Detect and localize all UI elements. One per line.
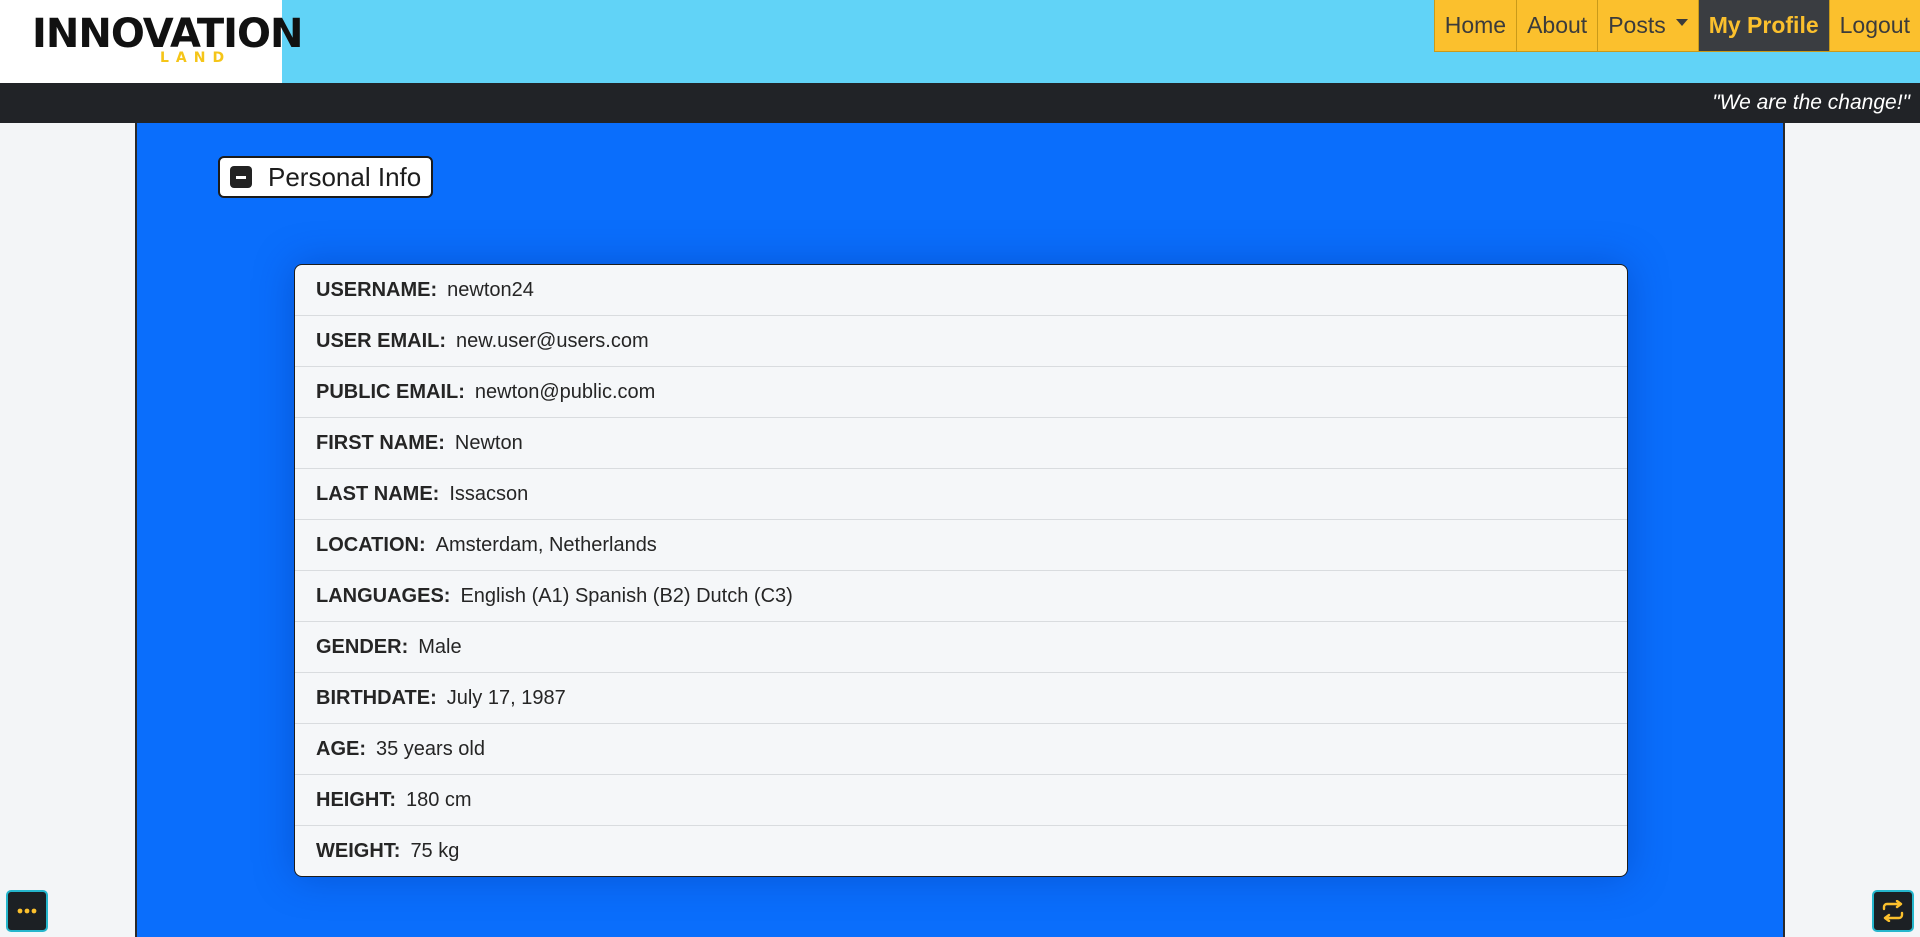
list-item-user-email: USER EMAIL: new.user@users.com (295, 316, 1627, 367)
info-value: English (A1) Spanish (B2) Dutch (C3) (460, 584, 793, 607)
minus-square-icon (230, 166, 252, 188)
list-item-last-name: LAST NAME: Issacson (295, 469, 1627, 520)
more-options-button[interactable] (6, 890, 48, 932)
tagline-text: "We are the change!" (1712, 91, 1910, 114)
info-value: new.user@users.com (456, 329, 649, 352)
profile-panel: Personal Info USERNAME: newton24 USER EM… (135, 123, 1785, 937)
logo-sub-text: LAND (160, 50, 232, 66)
info-value: Issacson (449, 482, 529, 505)
list-item-username: USERNAME: newton24 (295, 265, 1627, 316)
list-item-gender: GENDER: Male (295, 622, 1627, 673)
list-item-first-name: FIRST NAME: Newton (295, 418, 1627, 469)
info-label: LANGUAGES: (316, 584, 451, 607)
header: INNOVATION LAND Home About Posts My Prof… (0, 0, 1920, 83)
info-label: USER EMAIL: (316, 329, 446, 352)
info-value: Male (418, 635, 462, 658)
nav-about[interactable]: About (1516, 0, 1598, 52)
repeat-icon (1882, 900, 1904, 922)
info-label: LAST NAME: (316, 482, 440, 505)
switch-view-button[interactable] (1872, 890, 1914, 932)
section-title: Personal Info (268, 161, 422, 192)
nav-home-label: Home (1444, 12, 1507, 38)
info-label: AGE: (316, 737, 366, 760)
nav-about-label: About (1527, 12, 1588, 38)
main-nav: Home About Posts My Profile Logout (1433, 0, 1920, 52)
list-item-weight: WEIGHT: 75 kg (295, 826, 1627, 876)
personal-info-list: USERNAME: newton24 USER EMAIL: new.user@… (294, 264, 1628, 877)
info-label: LOCATION: (316, 533, 426, 556)
tagline-bar: "We are the change!" (0, 83, 1920, 123)
list-item-age: AGE: 35 years old (295, 724, 1627, 775)
nav-logout[interactable]: Logout (1828, 0, 1920, 52)
list-item-birthdate: BIRTHDATE: July 17, 1987 (295, 673, 1627, 724)
info-label: FIRST NAME: (316, 431, 445, 454)
info-value: Amsterdam, Netherlands (435, 533, 657, 556)
nav-my-profile-label: My Profile (1708, 12, 1819, 38)
info-value: 75 kg (410, 840, 460, 862)
nav-my-profile[interactable]: My Profile (1697, 0, 1829, 52)
list-item-languages: LANGUAGES: English (A1) Spanish (B2) Dut… (295, 571, 1627, 622)
nav-home[interactable]: Home (1433, 0, 1517, 52)
logo[interactable]: INNOVATION LAND (0, 0, 304, 83)
nav-posts-label: Posts (1608, 12, 1666, 38)
caret-down-icon (1675, 19, 1688, 26)
info-label: USERNAME: (316, 278, 438, 301)
info-value: 180 cm (406, 788, 472, 811)
more-dots-icon (17, 908, 37, 914)
info-label: BIRTHDATE: (316, 686, 437, 709)
personal-info-toggle[interactable]: Personal Info (218, 156, 434, 198)
info-label: GENDER: (316, 635, 409, 658)
nav-posts-dropdown[interactable]: Posts (1597, 0, 1698, 52)
info-label: PUBLIC EMAIL: (316, 380, 465, 403)
list-item-location: LOCATION: Amsterdam, Netherlands (295, 520, 1627, 571)
info-value: July 17, 1987 (446, 686, 566, 709)
info-value: Newton (454, 431, 523, 454)
list-item-public-email: PUBLIC EMAIL: newton@public.com (295, 367, 1627, 418)
info-label: WEIGHT: (316, 840, 401, 862)
list-item-height: HEIGHT: 180 cm (295, 775, 1627, 826)
info-value: newton@public.com (474, 380, 656, 403)
info-label: HEIGHT: (316, 788, 396, 811)
info-value: newton24 (447, 278, 534, 301)
nav-logout-label: Logout (1839, 12, 1910, 38)
info-value: 35 years old (376, 737, 485, 760)
